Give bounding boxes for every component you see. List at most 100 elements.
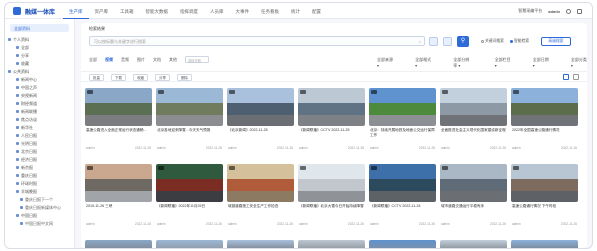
media-card[interactable]: 《新闻联播》2022年11月25日 admin 2022-11-26 (156, 164, 223, 239)
filter-dropdown[interactable]: 全部栏目 ▾ (495, 57, 511, 69)
sidebar-item[interactable]: 分享 (5, 51, 74, 59)
sidebar-item[interactable]: 公共资料 (5, 67, 74, 75)
filter-tab[interactable]: 音频 (121, 57, 129, 63)
toolbar-button[interactable]: 批量 (89, 74, 104, 81)
video-thumbnail[interactable] (85, 164, 152, 202)
video-thumbnail[interactable] (227, 164, 294, 202)
sidebar-item[interactable]: 个人资料 (5, 35, 74, 43)
media-card[interactable]: 高速公路通行情况 下午时段 admin 2022-11-26 (511, 164, 578, 239)
sidebar-item[interactable]: 收藏 (5, 59, 74, 67)
video-thumbnail[interactable] (298, 164, 365, 202)
platform-link[interactable]: 智慧采编平台 (518, 8, 542, 14)
nav-item[interactable]: 智能大数据 (140, 3, 175, 19)
sidebar-item[interactable]: 光明日报 (5, 139, 74, 147)
media-card-partial[interactable] (511, 240, 578, 248)
user-name[interactable]: admin (548, 9, 560, 14)
filter-dropdown[interactable]: 全部分类 ▾ (571, 57, 587, 69)
video-thumbnail[interactable] (156, 88, 223, 126)
filter-tab[interactable]: 视频 (105, 57, 113, 63)
sidebar-item[interactable]: 全部 (5, 43, 74, 51)
nav-item[interactable]: 大事件 (230, 3, 256, 19)
filter-tab[interactable]: 图片 (137, 57, 145, 63)
filter-tab[interactable]: 文档 (153, 57, 161, 63)
nav-item[interactable]: 统计 (285, 3, 306, 19)
search-button[interactable]: ⚲ (457, 36, 469, 47)
media-card[interactable]: 《新闻联播》CCTV 2022-11-24 admin 2022-11-26 (369, 164, 436, 239)
media-card[interactable]: 2019-11-26 三峡 admin 2022-11-26 (85, 164, 152, 239)
media-card[interactable]: 北京各地迎来降雪...今天天气预报 admin 2022-11-26 (156, 88, 223, 163)
sidebar-item[interactable]: 新京报 (5, 163, 74, 171)
sidebar-item[interactable]: 羊城晚报 (5, 187, 74, 195)
sidebar-item[interactable]: 中国日报中文网 (5, 219, 74, 227)
image-search-icon[interactable] (429, 37, 438, 46)
toolbar-button[interactable]: 下载 (111, 74, 126, 81)
media-card-partial[interactable] (227, 240, 294, 248)
toolbar-button[interactable]: 删除 (177, 74, 192, 81)
media-card[interactable]: 全面推进社会主义现代化国家建设新征程 admin 2022-11-26 (440, 88, 507, 163)
media-card[interactable]: 城市道路交通运行平稳有序 admin 2022-11-26 (440, 164, 507, 239)
list-view-icon[interactable] (573, 74, 579, 80)
clear-icon[interactable]: × (419, 39, 421, 44)
camera-icon[interactable] (443, 37, 452, 46)
media-card-partial[interactable] (85, 240, 152, 248)
video-thumbnail[interactable] (298, 88, 365, 126)
nav-item[interactable]: 指挥调度 (174, 3, 204, 19)
video-thumbnail[interactable] (85, 88, 152, 126)
filter-dropdown[interactable]: 全部格式 ▾ (415, 57, 431, 69)
media-card[interactable]: 《新闻联播》北京大雪今日开始持续降雪 admin 2022-11-26 (298, 164, 365, 239)
grid-view-icon[interactable] (563, 74, 569, 80)
sidebar-item[interactable]: 央视新闻 (5, 91, 74, 99)
advanced-search-button[interactable]: 高级搜索 (541, 37, 571, 46)
sidebar-item[interactable]: 环球时报 (5, 179, 74, 187)
media-card-partial[interactable] (440, 240, 507, 248)
settings-icon[interactable] (577, 8, 582, 14)
sidebar-item[interactable]: 新闻联播 (5, 107, 74, 115)
media-card-partial[interactable] (156, 240, 223, 248)
nav-item[interactable]: 工具箱 (114, 3, 140, 19)
sidebar-item[interactable]: 中国日报 (5, 211, 74, 219)
search-mode-radio[interactable]: 智能检索 (509, 39, 529, 44)
sidebar-item[interactable]: 重庆日报新媒体中心 (5, 203, 74, 211)
sidebar-item[interactable]: 北京日报 (5, 147, 74, 155)
sidebar-all-materials[interactable]: 全部资料 (10, 24, 69, 32)
video-thumbnail[interactable] (156, 164, 223, 202)
media-card-partial[interactable] (298, 240, 365, 248)
sidebar-item[interactable]: 重庆日报下一个 (5, 195, 74, 203)
sidebar-item[interactable]: 中国之声 (5, 83, 74, 91)
nav-item[interactable]: 生产库 (63, 3, 89, 19)
nav-item[interactable]: 配置 (306, 3, 327, 19)
filter-dropdown[interactable]: 全部分辨率 ▾ (453, 57, 472, 69)
video-thumbnail[interactable] (440, 88, 507, 126)
search-input[interactable]: 可以按标题与关键字进行搜索 × (89, 36, 425, 46)
sidebar-item[interactable]: 经济日报 (5, 155, 74, 163)
nav-item[interactable]: 任务看板 (255, 3, 285, 19)
video-thumbnail[interactable] (440, 164, 507, 202)
sidebar-item[interactable]: 新闻中心 (5, 75, 74, 83)
media-card-partial[interactable] (369, 240, 436, 248)
media-card[interactable]: 《北京新闻》2022-11-25 admin 2022-11-26 (227, 88, 294, 163)
media-card[interactable]: 北京：持续开展地铁及地面公交运行保障工作 admin 2022-11-26 (369, 88, 436, 163)
toolbar-button[interactable]: 收藏 (133, 74, 148, 81)
nav-item[interactable]: 人员库 (204, 3, 230, 19)
search-mode-radio[interactable]: 关键词搜索 (481, 39, 504, 44)
media-card[interactable]: 城镇道路施工安全生产工作检查 admin 2022-11-26 (227, 164, 294, 239)
video-thumbnail[interactable] (369, 164, 436, 202)
sidebar-item[interactable]: 新华社 (5, 123, 74, 131)
toolbar-button[interactable]: 分享 (155, 74, 170, 81)
media-card[interactable]: 《新闻联播》CCTV 2022-11-25 admin 2022-11-26 (298, 88, 365, 163)
filter-tab[interactable]: 其他 (169, 57, 177, 63)
filter-dropdown[interactable]: 全部日期 ▾ (533, 57, 549, 69)
video-thumbnail[interactable] (511, 88, 578, 126)
video-thumbnail[interactable] (369, 88, 436, 126)
media-card[interactable]: 2022年全国高速公路通行情况 admin 2022-11-26 (511, 88, 578, 163)
filter-tab[interactable]: 全部 (89, 57, 97, 63)
nav-item[interactable]: 资产库 (89, 3, 115, 19)
filter-dropdown[interactable]: 全部来源 ▾ (377, 57, 393, 69)
media-card[interactable]: 高速公路进入全面正常运行状态通畅... admin 2022-11-26 (85, 88, 152, 163)
sidebar-item[interactable]: 焦点访谈 (5, 115, 74, 123)
date-picker[interactable]: 选择日期 (185, 56, 209, 63)
sidebar-item[interactable]: 人民日报 (5, 131, 74, 139)
sidebar-item[interactable]: 重庆日报 (5, 171, 74, 179)
video-thumbnail[interactable] (511, 164, 578, 202)
video-thumbnail[interactable] (227, 88, 294, 126)
